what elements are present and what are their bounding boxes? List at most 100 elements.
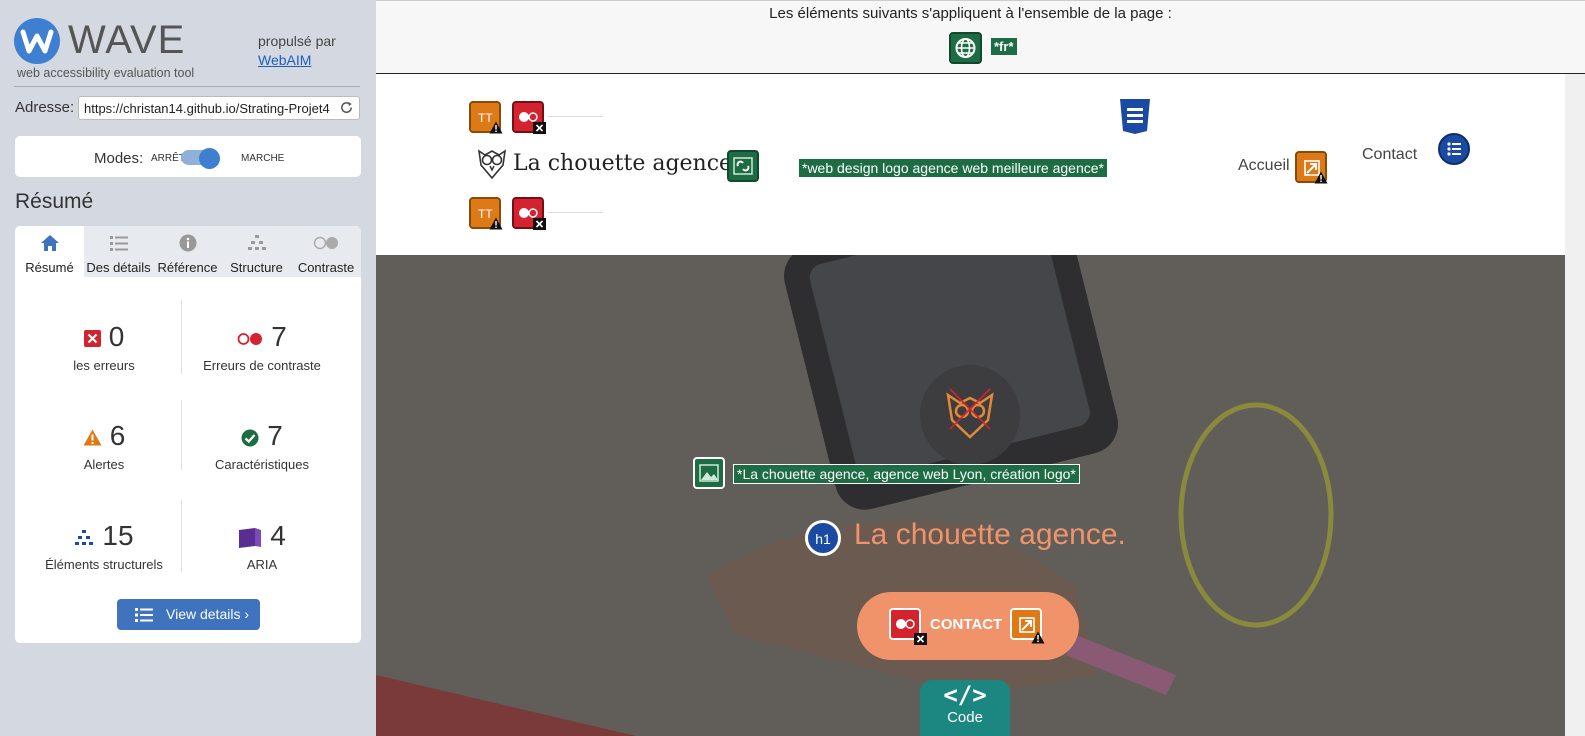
view-details-label: View details › [166, 606, 250, 622]
hero-title: La chouette agence. [854, 518, 1126, 551]
page-level-bar: Les éléments suivants s'appliquent à l'e… [376, 0, 1585, 74]
address-input[interactable]: https://christan14.github.io/Strating-Pr… [78, 96, 360, 120]
globe-icon[interactable] [949, 32, 982, 64]
divider [548, 212, 603, 213]
warning-flag-icon [489, 217, 503, 230]
contact-cta-label: CONTACT [930, 616, 1003, 633]
stat-features[interactable]: 7 Caractéristiques [179, 420, 345, 472]
webaim-link[interactable]: WebAIM [258, 52, 311, 68]
page-level-text: Les éléments suivants s'appliquent à l'e… [769, 5, 1172, 22]
code-icon: </> [943, 681, 987, 709]
error-icon [83, 330, 101, 348]
section-title: Résumé [15, 190, 94, 213]
site-logo[interactable]: La chouette agence [476, 145, 732, 185]
stat-contrast-errors[interactable]: 7 Erreurs de contraste [179, 321, 345, 373]
wave-sidebar: WAVE web accessibility evaluation tool p… [0, 0, 376, 736]
view-details-button[interactable]: View details › [117, 599, 260, 630]
hero-section: *La chouette agence, agence web Lyon, cr… [376, 255, 1565, 736]
modes-toggle-knob[interactable] [199, 148, 220, 169]
address-label: Adresse: [15, 99, 75, 116]
nav-home-link[interactable]: Accueil [1238, 157, 1290, 175]
linked-image-icon[interactable] [727, 150, 759, 182]
code-label: Code [947, 709, 983, 726]
site-header: TT La chouette agence *web design logo a… [376, 75, 1565, 255]
stat-value: 7 [271, 321, 287, 352]
app-subtitle: web accessibility evaluation tool [17, 66, 195, 80]
stat-structure[interactable]: 15 Éléments structurels [21, 520, 187, 572]
tab-details[interactable]: Des détails [84, 226, 153, 277]
tab-bar: Résumé Des détails Référence Structure C… [15, 226, 361, 277]
warning-flag-icon [1031, 631, 1045, 644]
tab-structure[interactable]: Structure [222, 226, 291, 277]
tab-resume[interactable]: Résumé [15, 226, 84, 277]
nav-contact-link[interactable]: Contact [1362, 146, 1417, 164]
tab-label: Résumé [25, 260, 74, 275]
stat-value: 0 [108, 321, 125, 352]
stat-label: les erreurs [73, 358, 135, 373]
owl-logo-icon [477, 149, 507, 180]
stat-label: Erreurs de contraste [203, 358, 321, 373]
hero-alt-text: *La chouette agence, agence web Lyon, cr… [733, 464, 1080, 484]
error-flag-icon [533, 122, 546, 134]
tab-label: Contraste [297, 260, 355, 275]
stat-aria[interactable]: 4 ARIA [179, 520, 345, 572]
stat-alerts[interactable]: 6 Alertes [21, 420, 187, 472]
divider [548, 116, 603, 117]
stat-label: Caractéristiques [215, 457, 309, 472]
divider [14, 86, 360, 87]
stat-label: ARIA [246, 557, 278, 572]
contrast-icon [313, 236, 338, 250]
error-flag-icon [533, 218, 546, 230]
language-tag: *fr* [991, 38, 1017, 55]
site-logo-name: La chouette agence [513, 151, 733, 176]
stat-value: 6 [109, 420, 126, 451]
info-icon [179, 234, 196, 252]
contact-cta-button[interactable]: CONTACT [857, 592, 1079, 660]
list-icon [109, 236, 128, 251]
hero-logo-circle [920, 365, 1020, 465]
code-toggle-button[interactable]: </> Code [920, 680, 1010, 736]
feature-icon [241, 429, 259, 447]
image-alt-icon[interactable] [693, 457, 725, 489]
reload-icon[interactable] [339, 100, 354, 115]
tab-label: Structure [230, 260, 283, 275]
heading-level-label: h1 [815, 531, 831, 547]
tab-label: Des détails [86, 260, 151, 275]
tab-reference[interactable]: Référence [153, 226, 222, 277]
powered-by-text: propulsé par [258, 33, 336, 49]
home-icon [40, 235, 59, 251]
warning-flag-icon [489, 121, 503, 134]
contrast-error-icon [237, 332, 263, 345]
stat-value: 4 [270, 520, 286, 551]
summary-panel: Résumé Des détails Référence Structure C… [15, 226, 361, 643]
heading-h1-icon[interactable]: h1 [805, 520, 841, 556]
page-scrollbar[interactable] [1565, 74, 1585, 736]
owl-logo-icon [946, 388, 994, 439]
aria-icon [239, 527, 262, 548]
error-flag-icon [914, 633, 927, 645]
stat-label: Éléments structurels [45, 557, 163, 572]
modes-box: Modes: ARRÊT MARCHE [15, 136, 361, 177]
app-title: WAVE [68, 18, 186, 62]
tab-contrast[interactable]: Contraste [291, 226, 361, 277]
page-preview: Les éléments suivants s'appliquent à l'e… [376, 0, 1585, 736]
stat-errors[interactable]: 0 les erreurs [21, 321, 187, 373]
stat-value: 15 [102, 520, 134, 551]
mode-on-label: MARCHE [241, 153, 285, 164]
tab-label: Référence [157, 260, 218, 275]
structure-icon [75, 529, 94, 545]
warning-flag-icon [1314, 171, 1328, 184]
stat-label: Alertes [83, 457, 125, 472]
aria-badge-icon[interactable] [1118, 98, 1152, 134]
list-structure-icon[interactable] [1438, 133, 1470, 165]
list-icon [135, 608, 153, 622]
powered-by: propulsé par WebAIM [258, 32, 336, 70]
modes-label: Modes: [94, 150, 144, 167]
hierarchy-icon [247, 235, 266, 250]
hero-background-image [376, 255, 1565, 736]
alert-icon [83, 429, 102, 446]
wave-logo-icon [14, 18, 60, 64]
stat-value: 7 [267, 420, 283, 451]
mode-off-label: ARRÊT [151, 153, 185, 164]
logo-alt-text: *web design logo agence web meilleure ag… [798, 158, 1108, 178]
